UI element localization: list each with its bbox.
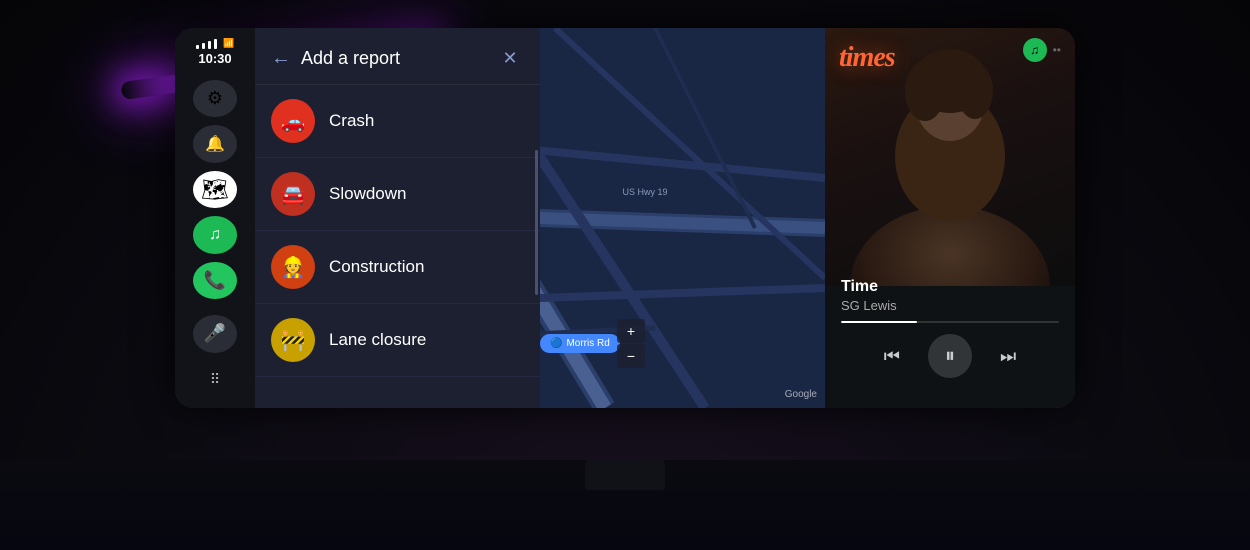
more-options-icon[interactable]: ••	[1053, 43, 1061, 57]
spotify-logo: ♫	[1023, 38, 1047, 62]
maps-icon: 🗺	[201, 177, 229, 203]
apps-button[interactable]: ⠿	[193, 361, 237, 398]
crash-label: Crash	[329, 111, 374, 131]
phone-button[interactable]: 📞	[193, 262, 237, 299]
song-title: Time	[841, 278, 1059, 296]
svg-text:US Hwy 19: US Hwy 19	[622, 187, 667, 197]
construction-label: Construction	[329, 257, 424, 277]
grid-icon: ⠿	[210, 371, 220, 388]
song-artist: SG Lewis	[841, 298, 1059, 313]
report-item-crash[interactable]: 🚗 Crash	[255, 85, 540, 158]
spotify-top-bar: ♫ ••	[1023, 38, 1061, 62]
album-title: times	[839, 42, 895, 74]
google-watermark: Google	[785, 389, 817, 400]
next-button[interactable]: ⏭	[1000, 346, 1016, 367]
crash-icon: 🚗	[271, 99, 315, 143]
play-pause-button[interactable]: ⏸	[928, 334, 972, 378]
spotify-button[interactable]: ♫	[193, 216, 237, 253]
prev-button[interactable]: ⏮	[884, 346, 900, 367]
morris-rd-label: 🔵 Morris Rd	[540, 334, 620, 353]
progress-bar	[841, 321, 1059, 323]
mic-icon: 🎤	[204, 323, 226, 344]
zoom-out-button[interactable]: −	[617, 344, 645, 368]
gear-icon: ⚙	[207, 88, 223, 109]
back-button[interactable]: ←	[271, 47, 291, 70]
music-controls: ⏮ ⏸ ⏭	[825, 334, 1075, 378]
maps-button[interactable]: 🗺	[193, 171, 237, 208]
album-art: times	[825, 28, 1075, 286]
settings-button[interactable]: ⚙	[193, 80, 237, 117]
dashboard-area	[0, 460, 1250, 550]
report-item-slowdown[interactable]: 🚘 Slowdown	[255, 158, 540, 231]
phone-icon: 📞	[204, 270, 226, 291]
zoom-in-button[interactable]: +	[617, 319, 645, 343]
time-display: 10:30	[195, 51, 234, 66]
close-button[interactable]: ✕	[496, 44, 524, 72]
map-controls: + −	[617, 319, 645, 368]
report-list: 🚗 Crash 🚘 Slowdown 👷 Construction	[255, 85, 540, 408]
music-info: Time SG Lewis	[825, 278, 1075, 323]
lane-closure-icon: 🚧	[271, 318, 315, 362]
slowdown-icon: 🚘	[271, 172, 315, 216]
sound-button[interactable]: 🔔	[193, 125, 237, 162]
report-item-lane-closure[interactable]: 🚧 Lane closure	[255, 304, 540, 377]
lane-closure-label: Lane closure	[329, 330, 426, 350]
scroll-indicator	[535, 150, 538, 295]
progress-fill	[841, 321, 917, 323]
main-screen: 📶 10:30 ⚙ 🔔 🗺 ♫ 📞 🎤 ⠿	[175, 28, 1075, 408]
mic-button[interactable]: 🎤	[193, 315, 237, 352]
report-panel: ← Add a report ✕ 🚗 Crash 🚘 Slowdown	[255, 28, 540, 408]
center-vent	[585, 460, 665, 490]
construction-icon: 👷	[271, 245, 315, 289]
sidebar: 📶 10:30 ⚙ 🔔 🗺 ♫ 📞 🎤 ⠿	[175, 28, 255, 408]
location-icon: 🔵	[550, 338, 562, 349]
sound-icon: 🔔	[205, 134, 225, 154]
slowdown-label: Slowdown	[329, 184, 407, 204]
report-title: Add a report	[301, 48, 486, 69]
music-panel: times ♫ •• Time SG Lewis ⏮ ⏸ ⏭	[825, 28, 1075, 408]
report-header: ← Add a report ✕	[255, 28, 540, 85]
report-item-construction[interactable]: 👷 Construction	[255, 231, 540, 304]
spotify-icon: ♫	[209, 226, 221, 244]
